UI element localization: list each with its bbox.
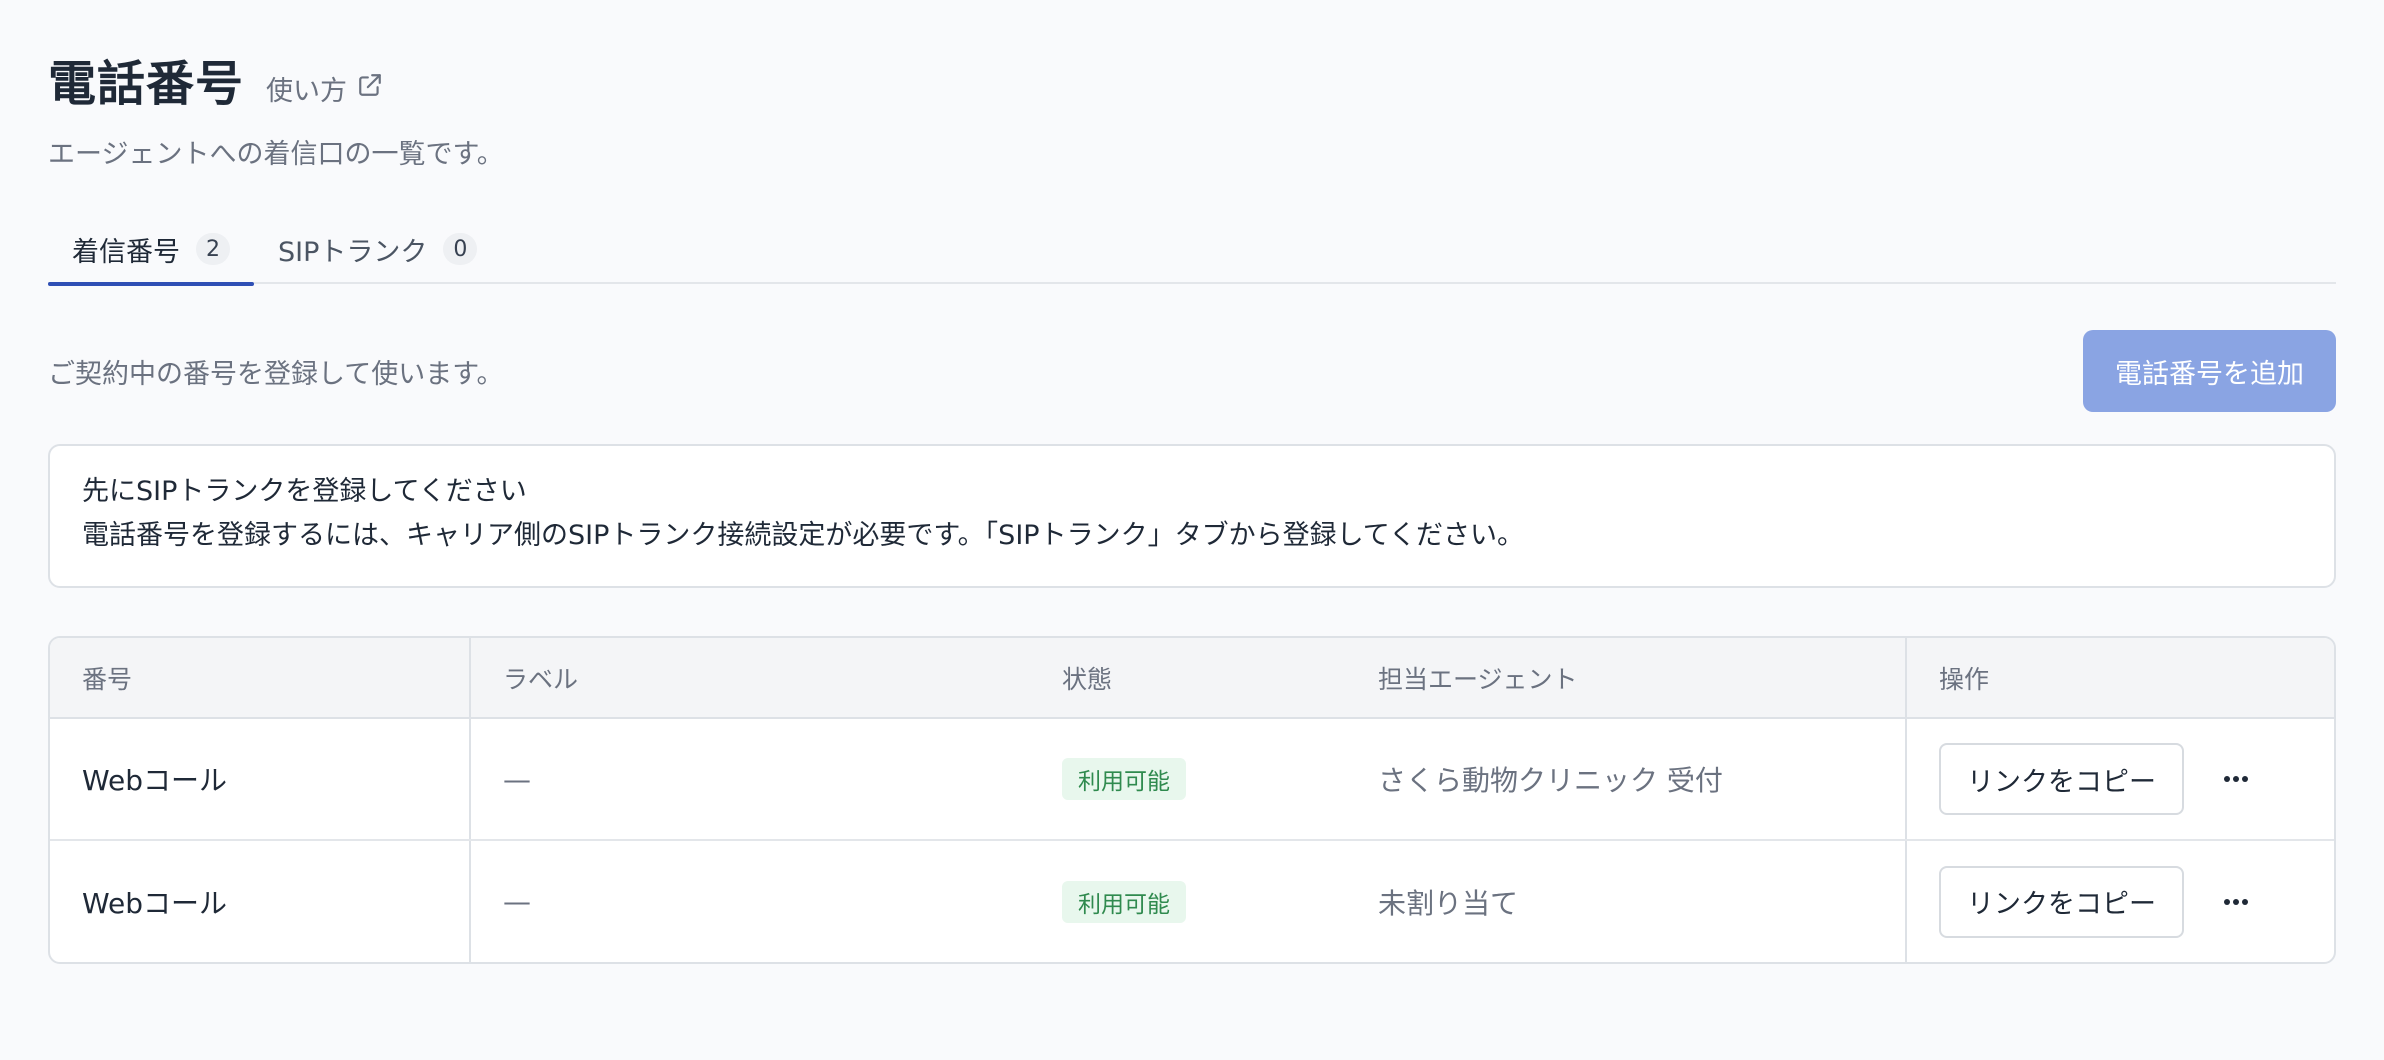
- add-phone-number-button[interactable]: 電話番号を追加: [2083, 330, 2336, 412]
- cell-agent: 未割り当て: [1346, 840, 1907, 962]
- phone-numbers-page: 電話番号 使い方 エージェントへの着信口の一覧です。 着信番号 2 SIPトラン…: [0, 0, 2384, 1060]
- cell-label: —: [470, 718, 1030, 841]
- section-description: ご契約中の番号を登録して使います。: [48, 358, 504, 390]
- table-row: Webコール — 利用可能 未割り当て リンクをコピー: [50, 840, 2334, 962]
- status-badge: 利用可能: [1062, 880, 1186, 923]
- section-bar: ご契約中の番号を登録して使います。 電話番号を追加: [48, 330, 2336, 412]
- help-link[interactable]: 使い方: [266, 69, 383, 108]
- sip-trunk-notice: 先にSIPトランクを登録してください 電話番号を登録するには、キャリア側のSIP…: [48, 444, 2336, 588]
- page-header: 電話番号 使い方 エージェントへの着信口の一覧です。: [48, 44, 504, 171]
- more-horizontal-icon[interactable]: [2214, 757, 2258, 801]
- cell-status: 利用可能: [1030, 718, 1346, 841]
- page-title: 電話番号: [48, 56, 245, 112]
- phone-numbers-table: 番号 ラベル 状態 担当エージェント 操作 Webコール — 利用可能 さくら動…: [48, 636, 2336, 964]
- row-actions: リンクをコピー: [1939, 743, 2302, 815]
- notice-title: 先にSIPトランクを登録してください: [82, 476, 527, 507]
- copy-link-button[interactable]: リンクをコピー: [1939, 743, 2184, 815]
- cell-agent: さくら動物クリニック 受付: [1346, 718, 1907, 841]
- tab-incoming-numbers[interactable]: 着信番号 2: [48, 214, 254, 286]
- cell-actions: リンクをコピー: [1906, 718, 2334, 841]
- help-link-label: 使い方: [266, 76, 348, 107]
- page-subtitle: エージェントへの着信口の一覧です。: [48, 139, 504, 170]
- tab-count-badge: 0: [443, 233, 478, 265]
- more-horizontal-icon[interactable]: [2214, 880, 2258, 924]
- row-actions: リンクをコピー: [1939, 865, 2302, 938]
- table-header-row: 番号 ラベル 状態 担当エージェント 操作: [50, 638, 2334, 719]
- cell-number: Webコール: [50, 718, 471, 841]
- column-header-status: 状態: [1030, 638, 1346, 719]
- tab-label: SIPトランク: [278, 236, 428, 268]
- column-header-number: 番号: [50, 638, 471, 719]
- column-header-agent: 担当エージェント: [1346, 638, 1907, 719]
- table-row: Webコール — 利用可能 さくら動物クリニック 受付 リンクをコピー: [50, 718, 2334, 841]
- copy-link-button[interactable]: リンクをコピー: [1939, 865, 2184, 938]
- tab-sip-trunks[interactable]: SIPトランク 0: [254, 214, 501, 284]
- cell-label: —: [503, 885, 531, 918]
- cell-status: 利用可能: [1030, 840, 1346, 962]
- cell-actions: リンクをコピー: [1906, 840, 2334, 962]
- status-badge: 利用可能: [1062, 758, 1186, 800]
- tab-bar: 着信番号 2 SIPトランク 0: [48, 214, 2336, 286]
- tab-label: 着信番号: [72, 236, 180, 268]
- column-header-label: ラベル: [470, 638, 1030, 719]
- title-row: 電話番号 使い方: [48, 44, 504, 114]
- notice-body: 電話番号を登録するには、キャリア側のSIPトランク接続設定が必要です。「SIPト…: [82, 520, 1524, 551]
- cell-number: Webコール: [50, 840, 471, 962]
- external-link-icon: [357, 72, 383, 105]
- tab-count-badge: 2: [196, 233, 230, 265]
- column-header-actions: 操作: [1906, 638, 2334, 719]
